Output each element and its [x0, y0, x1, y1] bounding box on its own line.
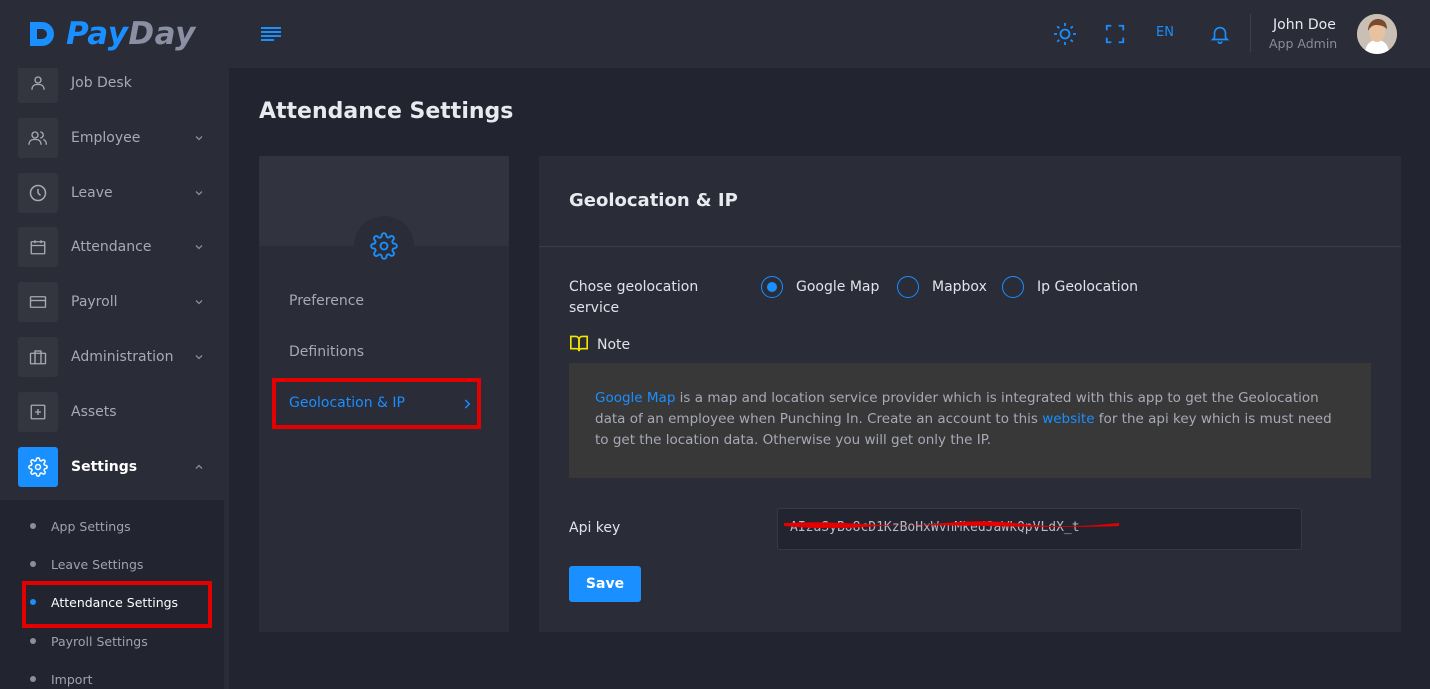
- submenu-item-app-settings[interactable]: App Settings: [30, 511, 131, 541]
- redaction-scribble: [784, 521, 1119, 528]
- sidebar-item-label: Attendance: [71, 239, 152, 255]
- header-divider: [1250, 14, 1251, 52]
- radio-label: Mapbox: [932, 279, 987, 295]
- sidebar-item-attendance[interactable]: Attendance: [18, 227, 218, 267]
- radio-button[interactable]: [897, 276, 919, 298]
- sidebar-item-label: Leave: [71, 185, 113, 201]
- credit-card-icon: [18, 282, 58, 322]
- note-heading: Note: [569, 334, 630, 356]
- sidebar-item-settings[interactable]: Settings: [18, 447, 218, 487]
- bullet-dot-icon: [30, 561, 36, 567]
- sidebar-item-job-desk[interactable]: Job Desk: [18, 63, 218, 103]
- sidebar-item-label: Administration: [71, 349, 174, 365]
- gear-icon: [369, 231, 399, 261]
- page-title: Attendance Settings: [259, 99, 514, 124]
- language-selector[interactable]: EN: [1156, 25, 1174, 40]
- fullscreen-icon[interactable]: [1103, 22, 1127, 46]
- sidebar-item-label: Settings: [71, 459, 138, 475]
- radio-ip-geolocation[interactable]: Ip Geolocation: [1002, 276, 1138, 298]
- chevron-down-icon: [192, 350, 206, 364]
- google-map-link[interactable]: Google Map: [595, 390, 675, 406]
- sidebar-item-administration[interactable]: Administration: [18, 337, 218, 377]
- radio-label: Ip Geolocation: [1037, 279, 1139, 295]
- bullet-dot-icon: [30, 676, 36, 682]
- sidebar-item-label: Assets: [71, 404, 117, 420]
- chevron-down-icon: [192, 186, 206, 200]
- top-header: EN John Doe App Admin: [229, 0, 1430, 68]
- submenu-item-label: App Settings: [51, 518, 131, 534]
- chevron-up-icon: [192, 460, 206, 474]
- radio-button[interactable]: [761, 276, 783, 298]
- submenu-item-label: Leave Settings: [51, 556, 144, 572]
- tab-preference[interactable]: Preference: [289, 293, 364, 309]
- tab-definitions[interactable]: Definitions: [289, 344, 364, 360]
- highlight-box: [22, 581, 212, 628]
- user-name[interactable]: John Doe: [1273, 17, 1336, 33]
- plus-square-icon: [18, 392, 58, 432]
- brand-name-part1: Pay: [66, 16, 129, 52]
- note-label: Note: [597, 337, 631, 353]
- bullet-dot-icon: [30, 523, 36, 529]
- submenu-item-payroll-settings[interactable]: Payroll Settings: [30, 626, 148, 656]
- submenu-item-leave-settings[interactable]: Leave Settings: [30, 549, 143, 579]
- radio-label: Google Map: [796, 279, 880, 295]
- user-role: App Admin: [1269, 36, 1338, 51]
- submenu-item-label: Import: [51, 671, 93, 687]
- clock-icon: [18, 173, 58, 213]
- gear-icon: [18, 447, 58, 487]
- api-key-input[interactable]: AIzaSyBo8cD1KzBoHxWvnMkedJaWkQpVLdX_t: [777, 508, 1302, 550]
- sun-icon[interactable]: [1053, 22, 1077, 46]
- api-key-label: Api key: [569, 520, 621, 536]
- bullet-dot-icon: [30, 638, 36, 644]
- radio-button[interactable]: [1002, 276, 1024, 298]
- book-open-icon: [569, 334, 589, 356]
- radio-google-map[interactable]: Google Map: [761, 276, 879, 298]
- section-title: Geolocation & IP: [569, 190, 738, 211]
- website-link[interactable]: website: [1042, 411, 1094, 427]
- bell-icon[interactable]: [1208, 22, 1232, 46]
- brand-logo[interactable]: PayDay: [0, 0, 229, 68]
- briefcase-icon: [18, 337, 58, 377]
- sidebar: Job Desk Employee Leave Attendance Payro…: [0, 0, 229, 689]
- brand-name: PayDay: [66, 16, 196, 52]
- brand-name-part2: Day: [128, 16, 196, 52]
- sidebar-item-label: Payroll: [71, 294, 118, 310]
- sidebar-scrollbar[interactable]: [224, 500, 229, 689]
- chevron-down-icon: [192, 131, 206, 145]
- radio-mapbox[interactable]: Mapbox: [897, 276, 987, 298]
- sidebar-item-label: Job Desk: [71, 75, 132, 91]
- payday-logo-icon: [28, 19, 58, 49]
- sidebar-item-label: Employee: [71, 130, 141, 146]
- section-divider: [539, 246, 1401, 247]
- geolocation-settings-card: Geolocation & IP Chose geolocation servi…: [539, 156, 1401, 632]
- sidebar-item-assets[interactable]: Assets: [18, 392, 218, 432]
- sidebar-item-employee[interactable]: Employee: [18, 118, 218, 158]
- save-button[interactable]: Save: [569, 566, 641, 602]
- chevron-down-icon: [192, 240, 206, 254]
- menu-toggle-icon[interactable]: [261, 26, 281, 42]
- note-box: Google Map is a map and location service…: [569, 363, 1371, 478]
- users-icon: [18, 118, 58, 158]
- sidebar-item-payroll[interactable]: Payroll: [18, 282, 218, 322]
- calendar-icon: [18, 227, 58, 267]
- sidebar-item-leave[interactable]: Leave: [18, 173, 218, 213]
- highlight-box: [272, 378, 481, 429]
- geolocation-service-label: Chose geolocation service: [569, 279, 699, 316]
- avatar[interactable]: [1357, 14, 1397, 54]
- chevron-down-icon: [192, 295, 206, 309]
- submenu-item-import[interactable]: Import: [30, 664, 93, 689]
- user-icon: [18, 63, 58, 103]
- submenu-item-label: Payroll Settings: [51, 633, 148, 649]
